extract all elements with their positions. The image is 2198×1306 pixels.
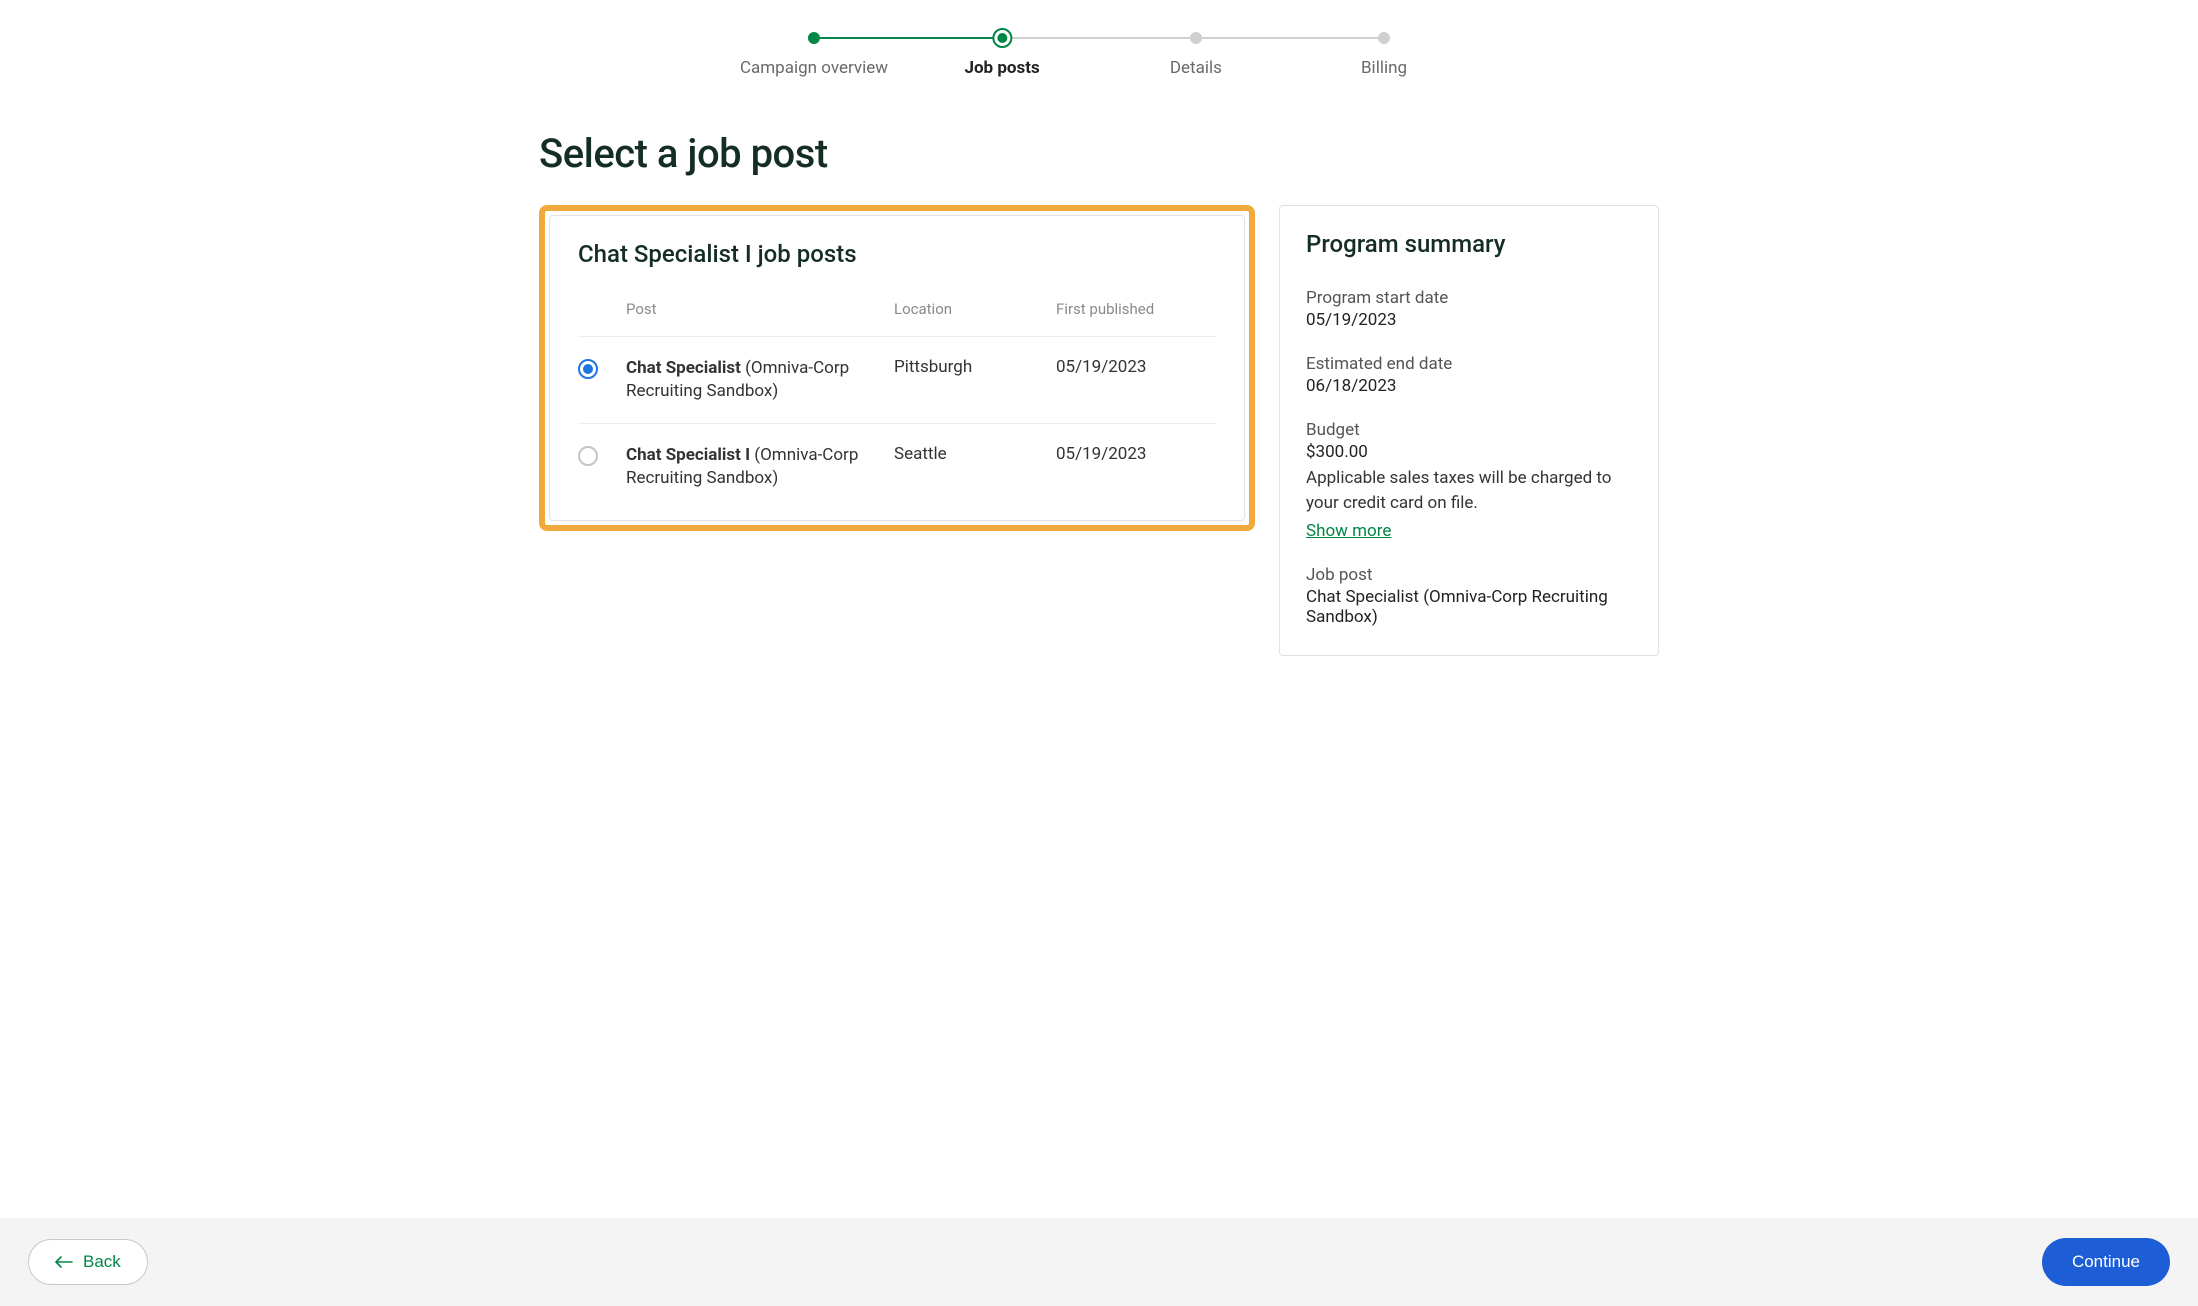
job-post-title: Chat Specialist I (Omniva-Corp Recruitin…	[626, 444, 882, 490]
job-post-location: Pittsburgh	[894, 357, 1044, 377]
summary-budget-label: Budget	[1306, 420, 1632, 440]
summary-end-label: Estimated end date	[1306, 354, 1632, 374]
job-post-title: Chat Specialist (Omniva-Corp Recruiting …	[626, 357, 882, 403]
program-summary-title: Program summary	[1306, 230, 1632, 258]
summary-tax-note: Applicable sales taxes will be charged t…	[1306, 466, 1632, 515]
summary-budget-value: $300.00	[1306, 442, 1632, 462]
step-dot-icon	[808, 32, 820, 44]
col-location: Location	[894, 300, 1044, 318]
summary-start-label: Program start date	[1306, 288, 1632, 308]
summary-end-value: 06/18/2023	[1306, 376, 1632, 396]
step-job-posts[interactable]: Job posts	[964, 28, 1039, 78]
col-published: First published	[1056, 300, 1216, 318]
show-more-link[interactable]: Show more	[1306, 521, 1391, 541]
back-button[interactable]: Back	[28, 1239, 148, 1285]
job-posts-panel: Chat Specialist I job posts Post Locatio…	[549, 215, 1245, 521]
step-dot-icon	[992, 28, 1012, 48]
step-dot-icon	[1190, 32, 1202, 44]
summary-start-value: 05/19/2023	[1306, 310, 1632, 330]
job-post-radio[interactable]	[578, 359, 598, 379]
job-post-location: Seattle	[894, 444, 1044, 464]
step-billing[interactable]: Billing	[1361, 28, 1407, 78]
program-summary-panel: Program summary Program start date 05/19…	[1279, 205, 1659, 656]
col-post: Post	[626, 300, 882, 318]
job-post-radio[interactable]	[578, 446, 598, 466]
step-label: Job posts	[964, 58, 1039, 78]
job-post-published: 05/19/2023	[1056, 444, 1216, 464]
job-posts-highlight: Chat Specialist I job posts Post Locatio…	[539, 205, 1255, 531]
continue-button[interactable]: Continue	[2042, 1238, 2170, 1286]
summary-jobpost-value: Chat Specialist (Omniva-Corp Recruiting …	[1306, 587, 1632, 627]
back-button-label: Back	[83, 1252, 121, 1272]
job-posts-panel-title: Chat Specialist I job posts	[578, 240, 1216, 268]
step-label: Details	[1170, 58, 1222, 78]
stepper: Campaign overview Job posts Details Bill…	[0, 0, 2198, 98]
job-post-row[interactable]: Chat Specialist I (Omniva-Corp Recruitin…	[578, 423, 1216, 510]
job-post-row[interactable]: Chat Specialist (Omniva-Corp Recruiting …	[578, 336, 1216, 423]
job-post-published: 05/19/2023	[1056, 357, 1216, 377]
page-title: Select a job post	[539, 130, 1659, 177]
continue-button-label: Continue	[2072, 1252, 2140, 1272]
job-posts-table-header: Post Location First published	[578, 296, 1216, 336]
step-dot-icon	[1378, 32, 1390, 44]
step-label: Campaign overview	[740, 58, 888, 78]
footer-bar: Back Continue	[0, 1218, 2198, 1306]
summary-jobpost-label: Job post	[1306, 565, 1632, 585]
step-campaign-overview[interactable]: Campaign overview	[740, 28, 888, 78]
arrow-left-icon	[55, 1254, 73, 1271]
step-label: Billing	[1361, 58, 1407, 78]
step-details[interactable]: Details	[1170, 28, 1222, 78]
